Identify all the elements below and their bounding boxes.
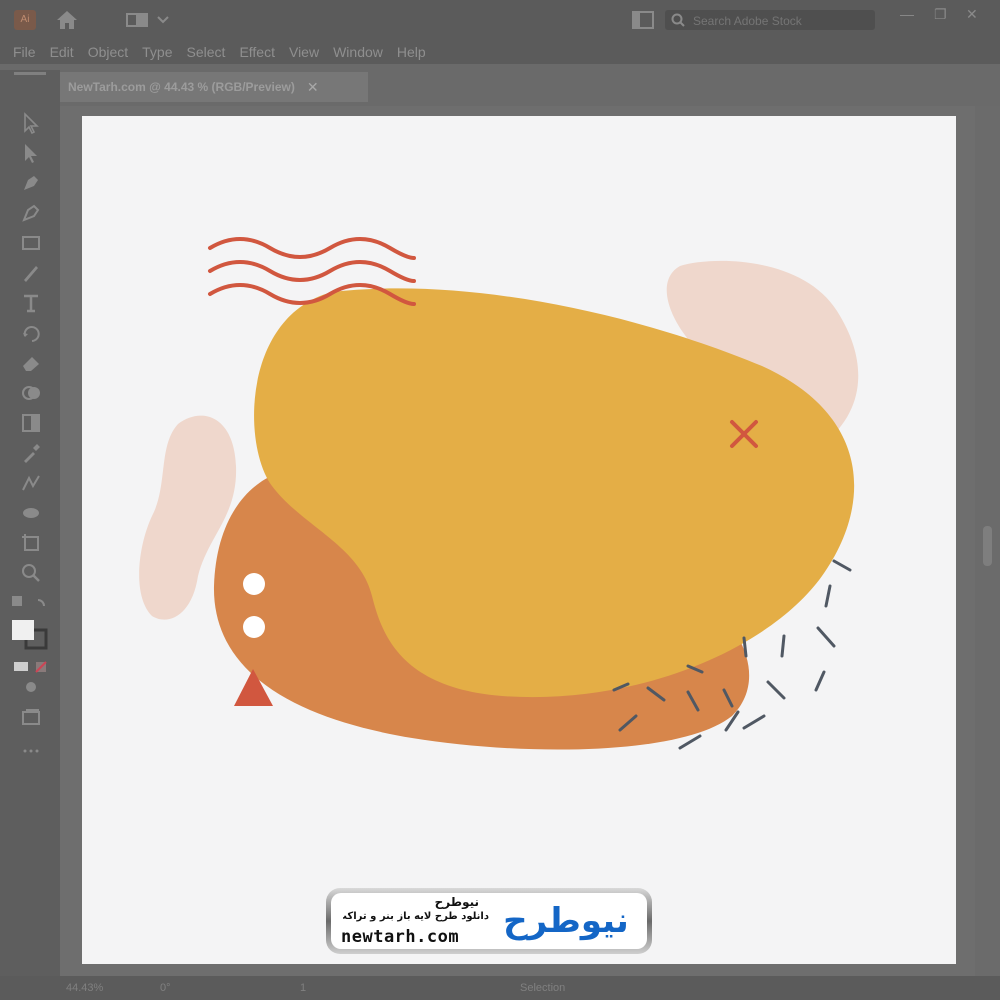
zoom-tool-icon[interactable] <box>20 562 42 584</box>
app-bar: Ai — ❐ ✕ <box>0 0 1000 40</box>
menu-file[interactable]: File <box>13 44 36 60</box>
watermark-logo: نیوطرح <box>503 901 629 941</box>
menu-window[interactable]: Window <box>333 44 383 60</box>
search-box[interactable] <box>665 10 875 30</box>
swap-colors-icon[interactable] <box>10 592 52 614</box>
artboard-number[interactable]: 1 <box>300 982 306 994</box>
home-icon[interactable] <box>55 9 79 36</box>
rotate-tool-icon[interactable] <box>20 322 42 344</box>
close-tab-icon[interactable]: ✕ <box>307 79 319 96</box>
current-tool[interactable]: Selection <box>520 982 565 994</box>
menu-view[interactable]: View <box>289 44 319 60</box>
menu-edit[interactable]: Edit <box>50 44 74 60</box>
draw-mode-icon[interactable] <box>20 676 42 698</box>
artboard-tool-icon[interactable] <box>20 532 42 554</box>
eraser-tool-icon[interactable] <box>20 352 42 374</box>
workspace-switcher-icon[interactable] <box>126 12 170 33</box>
eyedropper-tool-icon[interactable] <box>20 442 42 464</box>
menu-bar: File Edit Object Type Select Effect View… <box>0 40 1000 64</box>
artboard[interactable] <box>82 116 956 964</box>
watermark-brand-fa: نیوطرح <box>434 895 479 909</box>
screen-mode-icon[interactable] <box>20 706 42 728</box>
app-logo-icon[interactable]: Ai <box>14 10 36 30</box>
restore-button[interactable]: ❐ <box>934 6 947 23</box>
pen-tool-icon[interactable] <box>20 172 42 194</box>
symbol-sprayer-tool-icon[interactable] <box>20 502 42 524</box>
menu-effect[interactable]: Effect <box>239 44 275 60</box>
document-tab[interactable]: NewTarh.com @ 44.43 % (RGB/Preview) ✕ <box>60 72 368 102</box>
close-window-button[interactable]: ✕ <box>966 6 978 23</box>
more-tools-icon[interactable] <box>20 740 42 762</box>
menu-help[interactable]: Help <box>397 44 426 60</box>
fill-stroke-swatches-icon[interactable] <box>10 618 50 650</box>
direct-selection-tool-icon[interactable] <box>20 142 42 164</box>
selection-tool-icon[interactable] <box>20 112 42 134</box>
white-dot-bottom <box>243 616 265 638</box>
rotate-view[interactable]: 0° <box>160 982 171 994</box>
panel-grip[interactable] <box>14 72 46 75</box>
menu-select[interactable]: Select <box>187 44 226 60</box>
menu-object[interactable]: Object <box>88 44 128 60</box>
search-input[interactable] <box>691 12 875 30</box>
search-icon <box>671 13 685 27</box>
watermark-url: newtarh.com <box>341 927 460 947</box>
curvature-tool-icon[interactable] <box>20 202 42 224</box>
white-dot-top <box>243 573 265 595</box>
status-bar: 44.43% 0° 1 Selection <box>0 976 1000 1000</box>
gradient-tool-icon[interactable] <box>20 412 42 434</box>
document-tab-title: NewTarh.com @ 44.43 % (RGB/Preview) <box>68 80 295 94</box>
zoom-level[interactable]: 44.43% <box>66 982 103 994</box>
artwork <box>139 237 859 750</box>
color-mode-icons[interactable] <box>12 656 52 678</box>
paintbrush-tool-icon[interactable] <box>20 262 42 284</box>
shape-builder-tool-icon[interactable] <box>20 382 42 404</box>
scrollbar-thumb[interactable] <box>983 526 992 566</box>
menu-type[interactable]: Type <box>142 44 172 60</box>
arrange-documents-icon[interactable] <box>632 11 654 34</box>
type-tool-icon[interactable] <box>20 292 42 314</box>
rectangle-tool-icon[interactable] <box>20 232 42 254</box>
tools-panel <box>0 70 60 980</box>
watermark-tagline-fa: دانلود طرح لایه باز بنر و تراکت <box>343 911 489 922</box>
vertical-scrollbar[interactable] <box>975 106 1000 980</box>
blend-tool-icon[interactable] <box>20 472 42 494</box>
minimize-button[interactable]: — <box>900 6 914 22</box>
newtarh-watermark: نیوطرح دانلود طرح لایه باز بنر و تراکت n… <box>325 887 653 955</box>
